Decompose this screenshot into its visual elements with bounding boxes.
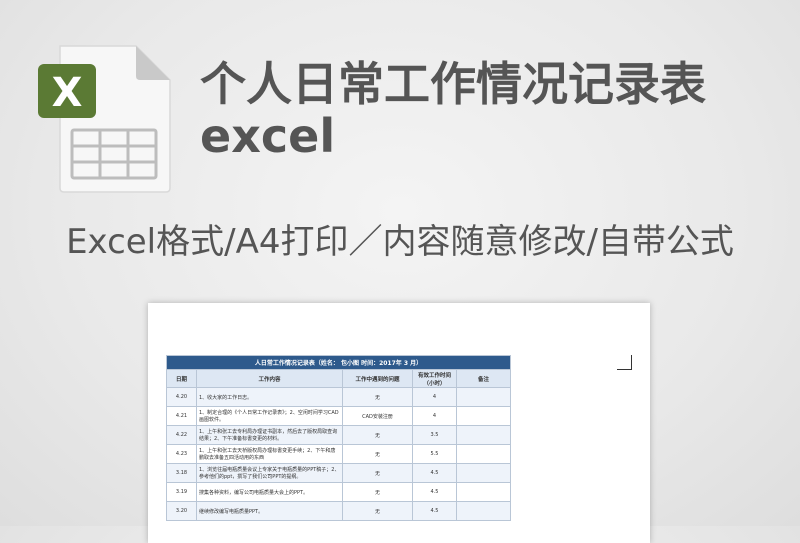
cell-hours: 4.5: [412, 482, 457, 502]
print-area-corner: [617, 355, 632, 370]
header-note: 备注: [455, 369, 512, 388]
cell-problem: 无: [342, 425, 413, 445]
cell-hours: 3.5: [412, 425, 457, 445]
cell-date: 4.22: [166, 425, 197, 445]
cell-hours: 4.5: [412, 501, 457, 521]
table-title: 人日常工作情况记录表（姓名： 包小图 时间：2017年 3 月）: [165, 355, 512, 370]
header-date: 日期: [166, 369, 197, 388]
cell-note: [455, 501, 512, 521]
cell-note: [455, 482, 512, 502]
excel-x-letter: X: [52, 70, 83, 116]
cell-date: 3.18: [166, 463, 197, 483]
cell-date: 3.19: [166, 482, 197, 502]
table-row: 4.22 1、上午和张工去专利局办理证书副本，然后去了版权局取查询结果；2、下午…: [166, 425, 512, 445]
table-row: 3.20 继续修改编写电瓶质量PPT。 无 4.5: [166, 501, 512, 521]
cell-content: 搜集各种资料，编写公司电瓶质量大会上的PPT。: [196, 482, 343, 502]
cell-date: 4.23: [166, 444, 197, 464]
cell-date: 3.20: [166, 501, 197, 521]
page-title: 个人日常工作情况记录表excel: [200, 57, 706, 163]
table-row: 3.18 1、浏览往届电瓶质量会议上专家关于电瓶质量的PPT稿子；2、参考他们的…: [166, 463, 512, 483]
cell-hours: 4.5: [412, 463, 457, 483]
header-content: 工作内容: [196, 369, 343, 388]
cell-content: 1、制定合理的《个人日常工作记录表》；2、空闲时间学习CAD画图软件。: [196, 406, 343, 426]
cell-hours: 5.5: [412, 444, 457, 464]
cell-note: [455, 406, 512, 426]
table-row: 4.21 1、制定合理的《个人日常工作记录表》；2、空闲时间学习CAD画图软件。…: [166, 406, 512, 426]
cell-note: [455, 425, 512, 445]
table-row: 4.20 1、收大家的工作日志。 无 4: [166, 387, 512, 407]
cell-problem: 无: [342, 482, 413, 502]
cell-note: [455, 387, 512, 407]
cell-hours: 4: [412, 406, 457, 426]
cell-content: 1、浏览往届电瓶质量会议上专家关于电瓶质量的PPT稿子；2、参考他们的ppt，撰…: [196, 463, 343, 483]
cell-content: 1、上午和张工去专利局办理证书副本，然后去了版权局取查询结果；2、下午准备标書变…: [196, 425, 343, 445]
header-hours: 有效工作时间（小时）: [412, 369, 457, 388]
cell-content: 1、收大家的工作日志。: [196, 387, 343, 407]
table-row: 3.19 搜集各种资料，编写公司电瓶质量大会上的PPT。 无 4.5: [166, 482, 512, 502]
cell-problem: 无: [342, 387, 413, 407]
cell-date: 4.21: [166, 406, 197, 426]
spreadsheet-preview: 人日常工作情况记录表（姓名： 包小图 时间：2017年 3 月） 日期 工作内容…: [148, 303, 650, 543]
subtitle: Excel格式/A4打印／内容随意修改/自带公式: [66, 222, 734, 262]
cell-problem: 无: [342, 444, 413, 464]
excel-file-icon: X: [38, 45, 171, 193]
cell-date: 4.20: [166, 387, 197, 407]
cell-problem: 无: [342, 463, 413, 483]
cell-hours: 4: [412, 387, 457, 407]
cell-content: 1、上午和张工去天桥版权局办理标書变更手续；2、下午和唐鹏取去准备五四活动用的东…: [196, 444, 343, 464]
cell-problem: CAD安装注册: [342, 406, 413, 426]
cell-note: [455, 444, 512, 464]
record-table: 人日常工作情况记录表（姓名： 包小图 时间：2017年 3 月） 日期 工作内容…: [165, 355, 512, 521]
header-problem: 工作中遇到的问题: [342, 369, 413, 388]
cell-content: 继续修改编写电瓶质量PPT。: [196, 501, 343, 521]
cell-note: [455, 463, 512, 483]
cell-problem: 无: [342, 501, 413, 521]
table-row: 4.23 1、上午和张工去天桥版权局办理标書变更手续；2、下午和唐鹏取去准备五四…: [166, 444, 512, 464]
